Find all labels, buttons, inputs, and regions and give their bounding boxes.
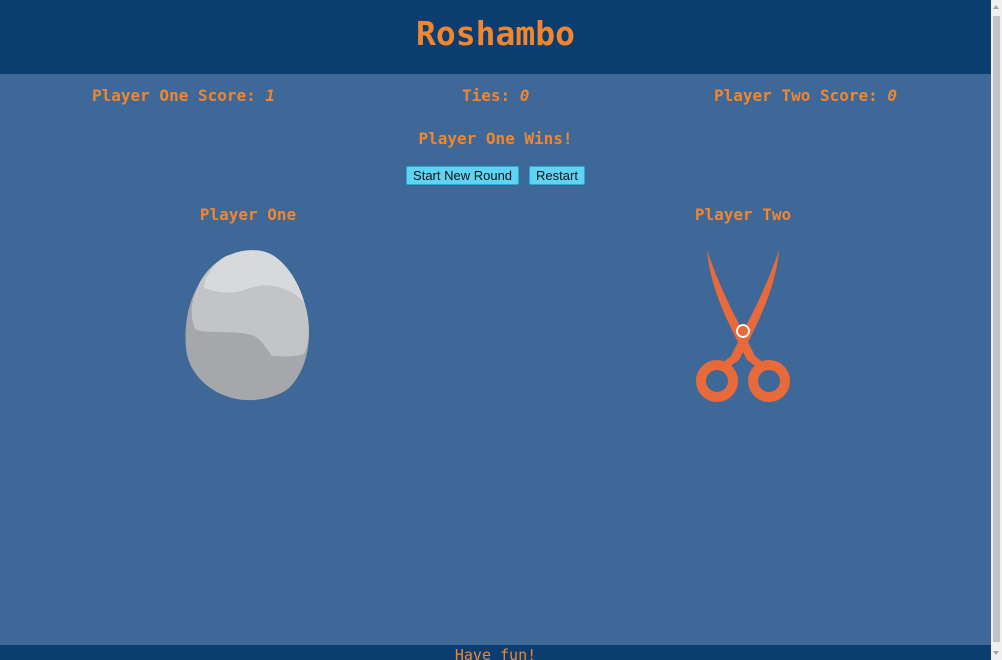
- scissors-handle-right: [748, 360, 790, 402]
- scroll-up-arrow-icon[interactable]: [993, 5, 999, 9]
- scissors-handle-left: [696, 360, 738, 402]
- ties-score-label: Ties:: [462, 86, 520, 105]
- player-two-score: Player Two Score: 0: [714, 86, 897, 105]
- player-one-score-value: 1: [265, 86, 276, 105]
- start-new-round-button[interactable]: Start New Round: [406, 166, 520, 185]
- ties-score-value: 0: [519, 86, 530, 105]
- footer-bar: Have fun!: [0, 645, 991, 660]
- player-one-label: Player One: [199, 205, 297, 224]
- restart-button[interactable]: Restart: [529, 166, 585, 185]
- vertical-scrollbar[interactable]: [991, 0, 1002, 660]
- ties-score: Ties: 0: [462, 86, 529, 105]
- controls-row: Start New Round Restart: [0, 166, 991, 185]
- player-one-score: Player One Score: 1: [92, 86, 275, 105]
- scroll-down-arrow-icon[interactable]: [993, 651, 999, 655]
- rock-icon: [184, 248, 312, 408]
- player-one-score-label: Player One Score:: [92, 86, 266, 105]
- page: Roshambo Player One Score: 1 Ties: 0 Pla…: [0, 0, 1002, 660]
- player-two-label: Player Two: [694, 205, 792, 224]
- scroll-thumb[interactable]: [993, 16, 1000, 642]
- round-result-message: Player One Wins!: [418, 129, 573, 148]
- player-two-score-value: 0: [887, 86, 898, 105]
- footer-text: Have fun!: [454, 646, 537, 660]
- scissors-icon: [693, 248, 793, 408]
- player-two-score-label: Player Two Score:: [714, 86, 888, 105]
- page-title: Roshambo: [416, 14, 575, 53]
- header-bar: Roshambo: [0, 0, 991, 74]
